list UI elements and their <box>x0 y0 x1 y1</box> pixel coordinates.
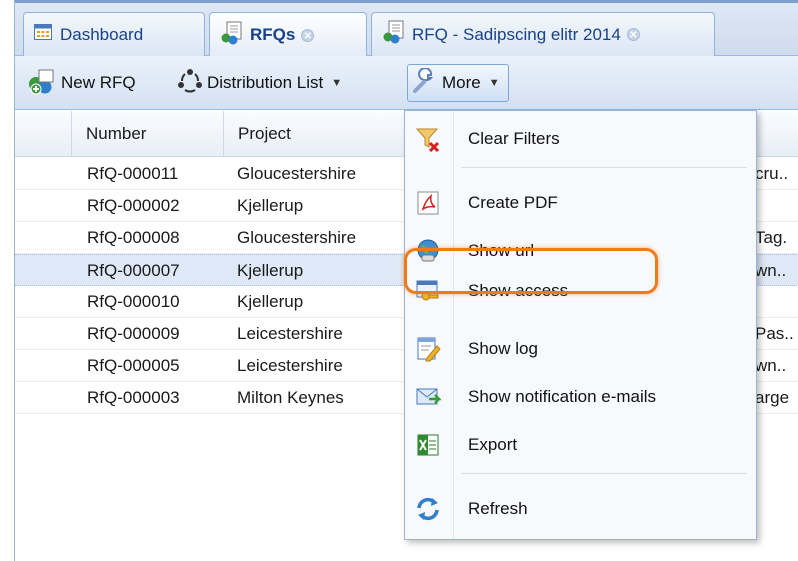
cell-number: RfQ-000008 <box>87 228 180 247</box>
tab-label: Dashboard <box>60 24 144 44</box>
menu-separator <box>461 167 747 168</box>
cell-project: Leicestershire <box>237 324 343 343</box>
menu-item-export[interactable]: Export <box>405 425 756 465</box>
new-rfq-icon <box>27 67 57 100</box>
close-icon[interactable]: ✕ <box>301 28 315 42</box>
column-header-number[interactable]: Number <box>71 111 223 157</box>
menu-item-label: Clear Filters <box>468 129 560 148</box>
chevron-down-icon: ▼ <box>331 77 343 89</box>
more-button[interactable]: More ▼ <box>407 64 509 102</box>
rfq-icon <box>382 20 404 49</box>
cell-project: Gloucestershire <box>237 164 357 183</box>
menu-item-label: Create PDF <box>468 193 558 212</box>
more-label: More <box>442 73 481 92</box>
log-icon <box>415 336 441 362</box>
wrench-icon <box>412 66 438 99</box>
tab-rfqs[interactable]: RFQs ✕ <box>209 12 367 57</box>
new-rfq-button[interactable]: New RFQ <box>27 64 136 102</box>
menu-item-refresh[interactable]: Refresh <box>405 489 756 529</box>
cell-number: RfQ-000010 <box>87 292 180 311</box>
menu-item-label: Show log <box>468 339 538 358</box>
toolbar: New RFQ Distribution List ▼ More ▼ <box>15 56 798 110</box>
cell-extra: Pas.. <box>755 324 794 343</box>
cell-project: Milton Keynes <box>237 388 344 407</box>
clear-filters-icon <box>415 126 441 153</box>
cell-number: RfQ-000005 <box>87 356 180 375</box>
more-dropdown-menu: Clear Filters Create PDF Show url Show a… <box>404 110 757 540</box>
cycle-icon <box>177 68 203 99</box>
distribution-list-button[interactable]: Distribution List ▼ <box>177 64 342 102</box>
menu-item-clear-filters[interactable]: Clear Filters <box>405 119 756 159</box>
cell-number: RfQ-000009 <box>87 324 180 343</box>
menu-item-show-notification-emails[interactable]: Show notification e-mails <box>405 377 756 417</box>
cell-extra: arge <box>755 388 790 407</box>
menu-separator <box>461 473 747 474</box>
cell-extra: cru.. <box>755 164 789 183</box>
close-icon[interactable]: ✕ <box>626 28 640 41</box>
cell-number: RfQ-000003 <box>87 388 180 407</box>
menu-item-show-log[interactable]: Show log <box>405 329 756 369</box>
email-icon <box>415 384 443 410</box>
tab-label: RFQ - Sadipscing elitr 2014 <box>412 24 621 44</box>
column-header-project[interactable]: Project <box>223 111 423 157</box>
cell-project: Leicestershire <box>237 356 343 375</box>
chevron-down-icon: ▼ <box>488 77 500 89</box>
cell-number: RfQ-000011 <box>87 164 179 183</box>
cell-number: RfQ-000002 <box>87 196 180 215</box>
new-rfq-label: New RFQ <box>61 73 136 92</box>
cell-project: Kjellerup <box>237 292 304 311</box>
distribution-list-label: Distribution List <box>207 73 324 92</box>
menu-item-label: Refresh <box>468 499 528 518</box>
highlight-ring <box>404 248 658 294</box>
cell-extra: wn.. <box>755 356 787 375</box>
menu-item-create-pdf[interactable]: Create PDF <box>405 183 756 223</box>
excel-export-icon <box>415 432 441 458</box>
pdf-icon <box>415 190 441 216</box>
cell-project: Kjellerup <box>237 261 304 280</box>
menu-item-label: Export <box>468 435 518 454</box>
cell-number: RfQ-000007 <box>87 261 180 280</box>
tab-strip: Dashboard RFQs ✕ RFQ - Sadipscing elitr … <box>15 0 798 57</box>
dashboard-icon <box>34 24 52 45</box>
rfq-icon <box>220 21 242 50</box>
refresh-icon <box>415 496 441 522</box>
tab-dashboard[interactable]: Dashboard <box>23 12 205 56</box>
menu-item-label: Show notification e-mails <box>468 387 657 406</box>
cell-project: Gloucestershire <box>237 228 357 247</box>
cell-extra: Tag. <box>755 228 788 247</box>
tab-rfq-detail[interactable]: RFQ - Sadipscing elitr 2014 ✕ <box>371 12 715 56</box>
cell-extra: wn.. <box>755 261 787 280</box>
cell-project: Kjellerup <box>237 196 304 215</box>
tab-label: RFQs <box>250 25 296 44</box>
